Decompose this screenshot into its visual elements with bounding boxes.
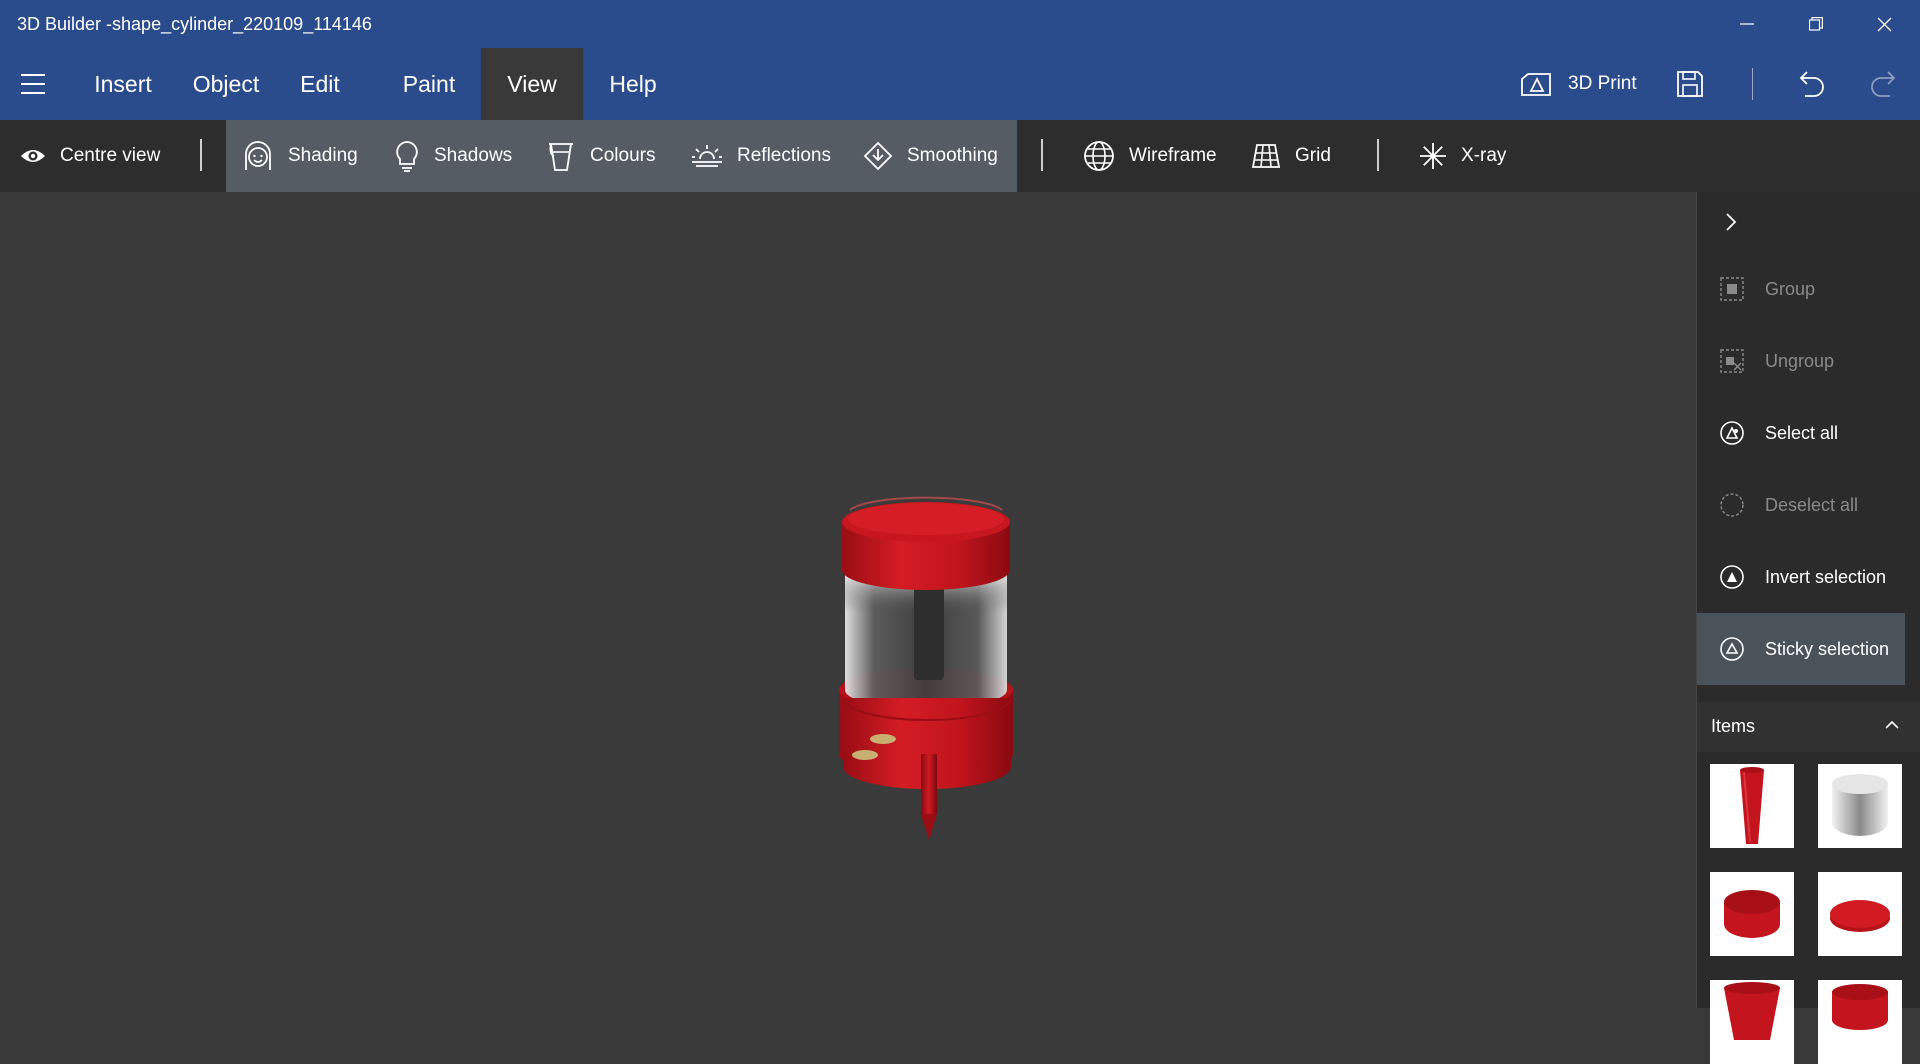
ungroup-button[interactable]: Ungroup	[1697, 325, 1905, 397]
sunrise-icon	[692, 145, 722, 167]
shadows-button[interactable]: Shadows	[394, 120, 512, 192]
globe-icon	[1084, 141, 1114, 171]
invert-selection-icon	[1720, 565, 1744, 589]
eye-icon	[21, 150, 45, 162]
centre-view-label: Centre view	[60, 145, 161, 166]
menu-edit[interactable]: Edit	[280, 48, 360, 120]
smoothing-label: Smoothing	[907, 145, 998, 166]
sticky-selection-label: Sticky selection	[1765, 638, 1890, 659]
item-thumbnail[interactable]	[1710, 872, 1794, 956]
select-all-icon	[1720, 421, 1744, 445]
items-header[interactable]: Items	[1697, 702, 1920, 752]
sticky-selection-icon	[1720, 637, 1744, 661]
3d-print-label: 3D Print	[1568, 73, 1637, 94]
close-icon	[1877, 17, 1892, 31]
menu-paint[interactable]: Paint	[380, 48, 478, 120]
item-thumbnail[interactable]	[1818, 764, 1902, 848]
pin	[921, 754, 937, 840]
toolbar-separator	[200, 139, 202, 171]
group-label: Group	[1765, 278, 1816, 299]
undo-icon	[1799, 71, 1824, 97]
colours-label: Colours	[590, 145, 656, 166]
minimize-icon	[1739, 23, 1754, 25]
hamburger-menu-button[interactable]	[16, 72, 50, 96]
sticky-selection-button[interactable]: Sticky selection	[1697, 613, 1905, 685]
side-panel: Group Ungroup Select all Deselect all In…	[1696, 192, 1920, 1064]
wireframe-label: Wireframe	[1129, 145, 1217, 166]
shading-button[interactable]: Shading	[242, 120, 358, 192]
select-all-button[interactable]: Select all	[1697, 397, 1905, 469]
save-icon	[1677, 71, 1703, 97]
shading-label: Shading	[288, 145, 358, 166]
glass-tube	[845, 572, 1007, 709]
group-icon	[1720, 277, 1744, 301]
glass-cylinder-thumbnail	[1832, 774, 1888, 836]
centre-view-button[interactable]: Centre view	[20, 120, 160, 192]
menu-bar: Insert Object Edit Paint View Help 3D Pr…	[0, 48, 1920, 120]
deselect-all-label: Deselect all	[1765, 494, 1859, 515]
item-thumbnail[interactable]	[1818, 872, 1902, 956]
restore-button[interactable]	[1781, 0, 1850, 48]
reflections-label: Reflections	[737, 145, 831, 166]
title-bar: 3D Builder -shape_cylinder_220109_114146	[0, 0, 1920, 48]
toolbar-separator	[1377, 139, 1379, 171]
shadows-label: Shadows	[434, 145, 513, 166]
wireframe-button[interactable]: Wireframe	[1083, 120, 1217, 192]
window-title: 3D Builder -shape_cylinder_220109_114146	[17, 14, 372, 34]
menu-object[interactable]: Object	[176, 48, 276, 120]
reflections-button[interactable]: Reflections	[691, 120, 831, 192]
xray-label: X-ray	[1461, 145, 1507, 166]
item-thumbnail[interactable]	[1818, 980, 1902, 1064]
group-button[interactable]: Group	[1697, 253, 1905, 325]
menu-insert[interactable]: Insert	[77, 48, 169, 120]
item-thumbnail[interactable]	[1710, 980, 1794, 1064]
grid-label: Grid	[1295, 145, 1331, 166]
grid-icon	[1251, 144, 1281, 168]
invert-selection-button[interactable]: Invert selection	[1697, 541, 1905, 613]
red-cup-thumbnail	[1724, 982, 1780, 1040]
top-cap	[842, 496, 1010, 590]
menu-help[interactable]: Help	[595, 48, 671, 120]
redo-button[interactable]	[1868, 48, 1898, 120]
xray-button[interactable]: X-ray	[1419, 120, 1506, 192]
red-disc-thumbnail	[1724, 890, 1780, 938]
invert-selection-label: Invert selection	[1765, 566, 1887, 587]
menu-view[interactable]: View	[481, 48, 583, 120]
collapse-panel-button[interactable]	[1723, 212, 1739, 237]
minimize-button[interactable]	[1712, 0, 1781, 48]
menubar-separator	[1752, 68, 1753, 100]
smoothing-button[interactable]: Smoothing	[863, 120, 998, 192]
ungroup-label: Ungroup	[1765, 350, 1835, 371]
restore-icon	[1808, 17, 1823, 31]
red-cone-thumbnail	[1740, 767, 1764, 844]
smoothing-diamond-icon	[863, 141, 893, 171]
chevron-up-icon	[1885, 720, 1899, 729]
ungroup-icon	[1720, 349, 1744, 373]
undo-button[interactable]	[1797, 48, 1827, 120]
deselect-all-icon	[1720, 493, 1744, 517]
view-toolbar: Centre view Shading Shadows Colours Refl…	[0, 120, 1920, 192]
cylinder-model[interactable]	[0, 192, 1696, 1008]
colours-button[interactable]: Colours	[546, 120, 655, 192]
3d-print-icon	[1521, 73, 1551, 96]
lightbulb-icon	[396, 141, 418, 172]
grid-button[interactable]: Grid	[1251, 120, 1331, 192]
red-flat-disc-thumbnail	[1830, 900, 1890, 932]
redo-icon	[1871, 71, 1896, 97]
paint-bucket-icon	[549, 143, 573, 171]
red-cap-thumbnail	[1832, 984, 1888, 1030]
xray-star-icon	[1420, 143, 1446, 169]
deselect-all-button[interactable]: Deselect all	[1697, 469, 1905, 541]
3d-viewport[interactable]	[0, 192, 1696, 1008]
close-button[interactable]	[1850, 0, 1919, 48]
chevron-right-icon	[1726, 213, 1737, 231]
toolbar-separator	[1041, 139, 1043, 171]
shading-face-icon	[245, 141, 271, 170]
items-header-label: Items	[1711, 716, 1756, 736]
save-button[interactable]	[1676, 48, 1704, 120]
3d-print-button[interactable]: 3D Print	[1520, 48, 1637, 120]
item-thumbnail[interactable]	[1710, 764, 1794, 848]
select-all-label: Select all	[1765, 422, 1839, 443]
